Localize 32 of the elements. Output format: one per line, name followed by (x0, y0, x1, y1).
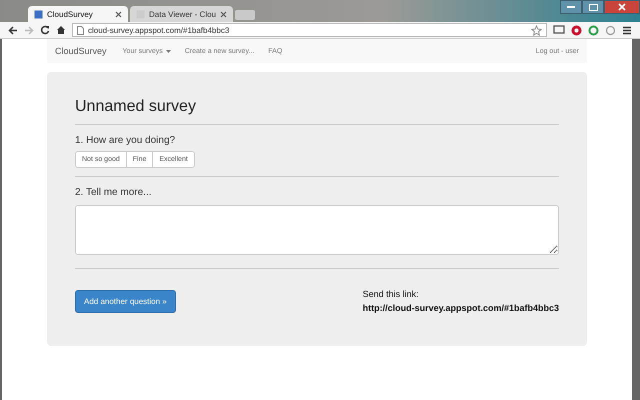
survey-link[interactable]: http://cloud-survey.appspot.com/#1bafb4bbc3 (362, 301, 559, 315)
close-icon[interactable] (220, 10, 227, 18)
maximize-button[interactable] (582, 0, 604, 14)
question-label: 1. How are you doing? (75, 135, 176, 146)
minimize-icon (567, 6, 575, 8)
maximize-icon (588, 4, 598, 10)
tab-title: Data Viewer - Clou (149, 10, 216, 18)
cast-icon[interactable] (553, 25, 565, 35)
browser-tab[interactable]: CloudSurvey (28, 6, 128, 22)
send-label: Send this link: (362, 288, 420, 301)
survey-title: Unnamed survey (75, 98, 197, 116)
extension-icon[interactable] (605, 24, 616, 36)
extension-icon[interactable] (588, 24, 599, 36)
extension-icon[interactable] (571, 24, 582, 36)
minimize-button[interactable] (560, 0, 582, 14)
page-icon (34, 10, 43, 18)
close-window-button[interactable] (604, 0, 640, 14)
caret-icon (166, 50, 171, 52)
brand-link[interactable]: CloudSurvey (55, 46, 107, 56)
close-icon[interactable] (115, 10, 122, 18)
back-icon[interactable] (8, 26, 18, 34)
menu-icon[interactable] (622, 26, 632, 34)
home-icon[interactable] (56, 25, 66, 35)
reload-icon[interactable] (40, 25, 50, 35)
tab-title: CloudSurvey (47, 10, 94, 18)
add-question-button[interactable]: Add another question » (75, 290, 176, 312)
question-label: 2. Tell me more... (75, 187, 153, 198)
page-icon (77, 26, 84, 34)
browser-tab[interactable]: Data Viewer - Clou (130, 6, 233, 22)
star-icon[interactable] (531, 24, 542, 36)
close-icon (618, 3, 626, 11)
address-bar[interactable]: cloud-survey.appspot.com/#1bafb4bbc3 (72, 23, 547, 37)
